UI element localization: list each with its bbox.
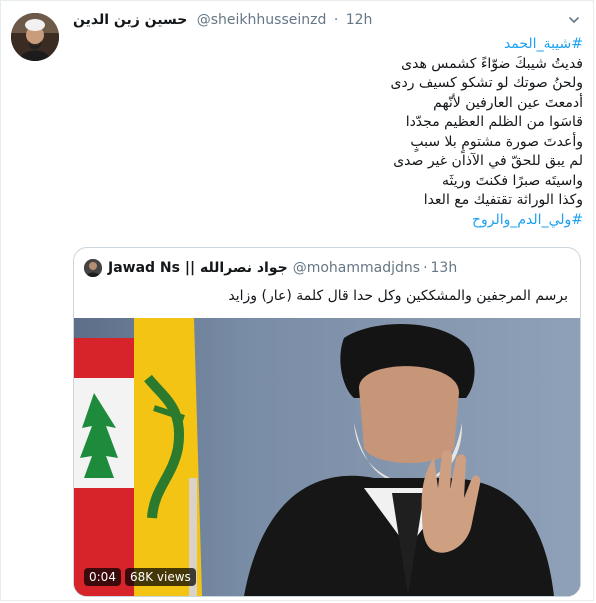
hashtag-link[interactable]: #ولي_الدم_والروح [73,211,583,231]
video-player[interactable]: 0:04 68K views [74,318,580,596]
video-views: 68K views [124,568,196,586]
hashtag-link[interactable]: #شيبة_الحمد [73,35,583,55]
chevron-down-icon[interactable] [567,13,581,27]
author-handle[interactable]: @sheikhhusseinzd [197,12,327,28]
tweet-text: #شيبة_الحمد فديتُ شيبكَ ضوّاءً كشمس هدى … [73,35,583,230]
author-avatar[interactable] [11,13,59,61]
quoted-text: برسم المرجفين والمشككين وكل حدا قال كلمة… [228,288,568,304]
tweet-header: حسين زين الدين @sheikhhusseinzd · 12h [73,12,372,28]
video-duration: 0:04 [84,568,121,586]
poem-line: واسيتَه صبرًا فكنتَ وريثَه [442,172,583,189]
poem-line: لم يبق للحقّ في الآذان غير صدى [393,153,583,169]
author-name[interactable]: حسين زين الدين [73,12,187,28]
poem-line: أدمعتَ عين العارفين لأنّهم [433,94,583,111]
poem-line: وكذا الوراثة تقتفيك مع العدا [423,192,583,208]
poem-line: قاسَوا من الظلم العظيم مجدّدا [405,114,583,130]
quoted-author-handle: @mohammadjdns [292,260,421,276]
poem-line: ولحنُ صوتك لو تشكو كسيف ردى [390,75,583,91]
quoted-header: Jawad Ns || جواد نصرالله @mohammadjdns ·… [84,258,457,278]
quoted-avatar [84,259,102,277]
poem-line: فديتُ شيبكَ ضوّاءً كشمس هدى [401,55,583,72]
separator-dot: · [423,260,428,276]
poem-line: وأعدتَ صورة مشتومٍ بلا سببٍ [410,133,583,150]
tweet-card[interactable]: حسين زين الدين @sheikhhusseinzd · 12h #ش… [0,0,594,601]
quoted-tweet[interactable]: Jawad Ns || جواد نصرالله @mohammadjdns ·… [73,247,581,597]
tweet-time[interactable]: 12h [346,12,373,28]
video-badges: 0:04 68K views [84,568,196,586]
video-thumbnail [74,318,580,596]
separator-dot: · [333,12,339,28]
quoted-author-name: Jawad Ns || جواد نصرالله [108,260,288,276]
quoted-time: 13h [430,260,458,276]
